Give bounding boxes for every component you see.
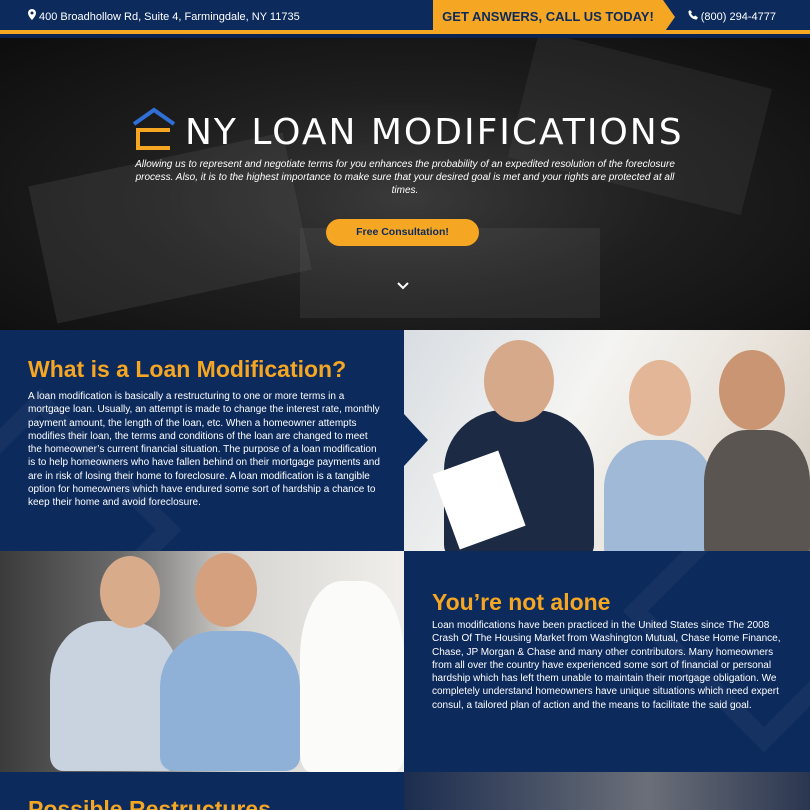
section-title: What is a Loan Modification?: [28, 356, 347, 382]
address[interactable]: 400 Broadhollow Rd, Suite 4, Farmingdale…: [28, 0, 300, 34]
logo-text: NY LOAN MODIFICATIONS: [185, 112, 684, 153]
chevron-down-icon[interactable]: [396, 278, 410, 296]
free-consultation-button[interactable]: Free Consultation!: [326, 219, 479, 246]
info-panel: You’re not alone Loan modifications have…: [404, 551, 810, 772]
loan-modification-section: What is a Loan Modification? A loan modi…: [0, 330, 810, 551]
section-body: A loan modification is basically a restr…: [28, 391, 380, 509]
phone-text: (800) 294-4777: [700, 11, 776, 23]
hero-section: NY LOAN MODIFICATIONS Allowing us to rep…: [0, 38, 810, 330]
section-title: You’re not alone: [432, 589, 611, 615]
client-figure: [704, 430, 810, 551]
client-face: [719, 350, 785, 430]
map-marker-icon: [28, 0, 36, 34]
phone-icon: [688, 0, 698, 34]
client-face: [629, 360, 691, 436]
not-alone-section: You’re not alone Loan modifications have…: [0, 551, 810, 772]
site-logo[interactable]: NY LOAN MODIFICATIONS: [130, 104, 682, 160]
top-bar: 400 Broadhollow Rd, Suite 4, Farmingdale…: [0, 0, 810, 34]
couple-photo: [0, 551, 404, 772]
house-logo-icon: [130, 106, 178, 157]
man-figure: [160, 631, 300, 771]
advisor-face: [484, 340, 554, 422]
section-photo: [404, 772, 810, 810]
info-panel: What is a Loan Modification? A loan modi…: [0, 330, 404, 551]
panel-notch: [404, 414, 428, 466]
woman-face: [100, 556, 160, 628]
info-panel: Possible Restructures: [0, 772, 404, 810]
advisor-figure: [300, 581, 404, 772]
phone-number[interactable]: (800) 294-4777: [688, 0, 776, 34]
call-us-banner[interactable]: GET ANSWERS, CALL US TODAY!: [433, 0, 675, 34]
hero-tagline: Allowing us to represent and negotiate t…: [135, 159, 675, 196]
man-face: [195, 553, 257, 627]
address-text: 400 Broadhollow Rd, Suite 4, Farmingdale…: [39, 11, 300, 23]
clients-signing-photo: [404, 330, 810, 551]
section-body: Loan modifications have been practiced i…: [432, 620, 781, 711]
client-figure: [604, 440, 714, 551]
restructures-section: Possible Restructures: [0, 772, 810, 810]
section-title: Possible Restructures: [28, 796, 271, 810]
